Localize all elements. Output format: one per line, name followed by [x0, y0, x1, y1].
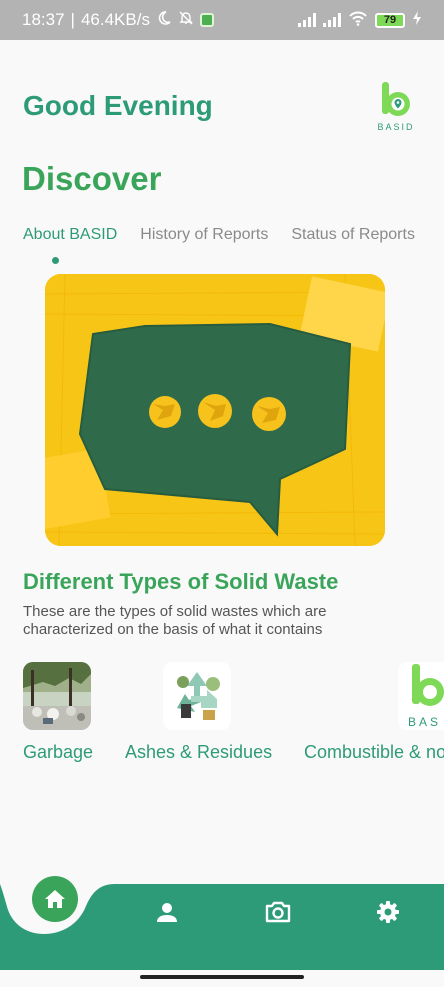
speech-bubble-illustration: [45, 274, 385, 546]
home-button[interactable]: [32, 876, 78, 922]
crumpled-paper-balls: [149, 394, 286, 431]
page-title: Discover: [22, 160, 162, 197]
signal-icon: [323, 13, 341, 27]
active-tab-indicator: [52, 257, 59, 264]
tab-status-of-reports[interactable]: Status of Reports: [291, 226, 415, 244]
greeting-text: Good Evening: [23, 90, 213, 121]
battery-icon: 79: [375, 12, 405, 28]
category-combustible-label[interactable]: Combustible & no: [304, 742, 444, 763]
basid-logo: BASID: [376, 80, 416, 134]
category-ashes-label[interactable]: Ashes & Residues: [125, 742, 272, 763]
section-title: Different Types of Solid Waste: [23, 569, 339, 594]
tab-about-basid[interactable]: About BASID: [23, 226, 117, 244]
section-description: These are the types of solid wastes whic…: [23, 603, 327, 638]
basid-logo-icon: [382, 82, 410, 116]
tab-bar: About BASID History of Reports Status of…: [23, 226, 415, 244]
status-divider: |: [70, 10, 75, 29]
signal-icon: [298, 13, 316, 27]
home-icon: [45, 890, 65, 908]
status-left: 18:37 | 46.4KB/s: [22, 10, 214, 31]
app-notification-icon: [199, 13, 214, 27]
camera-icon: [265, 901, 291, 923]
network-speed: 46.4KB/s: [80, 10, 150, 29]
wifi-icon: [348, 10, 368, 31]
category-garbage-label[interactable]: Garbage: [23, 742, 93, 763]
bell-off-icon: [178, 10, 194, 31]
status-right: 79: [298, 10, 422, 31]
gesture-navigation-bar[interactable]: [140, 975, 304, 979]
settings-icon: [377, 901, 399, 923]
battery-level: 79: [383, 14, 397, 26]
profile-icon: [157, 903, 177, 922]
status-bar: 18:37 | 46.4KB/s 79: [0, 0, 444, 40]
category-ashes-thumbnail[interactable]: [163, 662, 231, 730]
recycle-illustration: [163, 662, 231, 730]
moon-icon: [156, 10, 172, 31]
basid-logo-thumbnail: BAS: [398, 662, 444, 730]
profile-button[interactable]: [152, 898, 182, 928]
status-time: 18:37: [22, 10, 65, 29]
category-combustible-thumbnail[interactable]: BAS: [398, 662, 444, 730]
tab-history-of-reports[interactable]: History of Reports: [140, 226, 268, 244]
charging-icon: [412, 10, 422, 31]
settings-button[interactable]: [373, 897, 403, 927]
camera-button[interactable]: [262, 897, 294, 927]
svg-text:BAS: BAS: [408, 715, 441, 729]
logo-text: BASID: [377, 122, 415, 132]
hero-image[interactable]: [45, 274, 385, 546]
category-garbage-thumbnail[interactable]: [23, 662, 91, 730]
garbage-photo: [23, 662, 91, 730]
